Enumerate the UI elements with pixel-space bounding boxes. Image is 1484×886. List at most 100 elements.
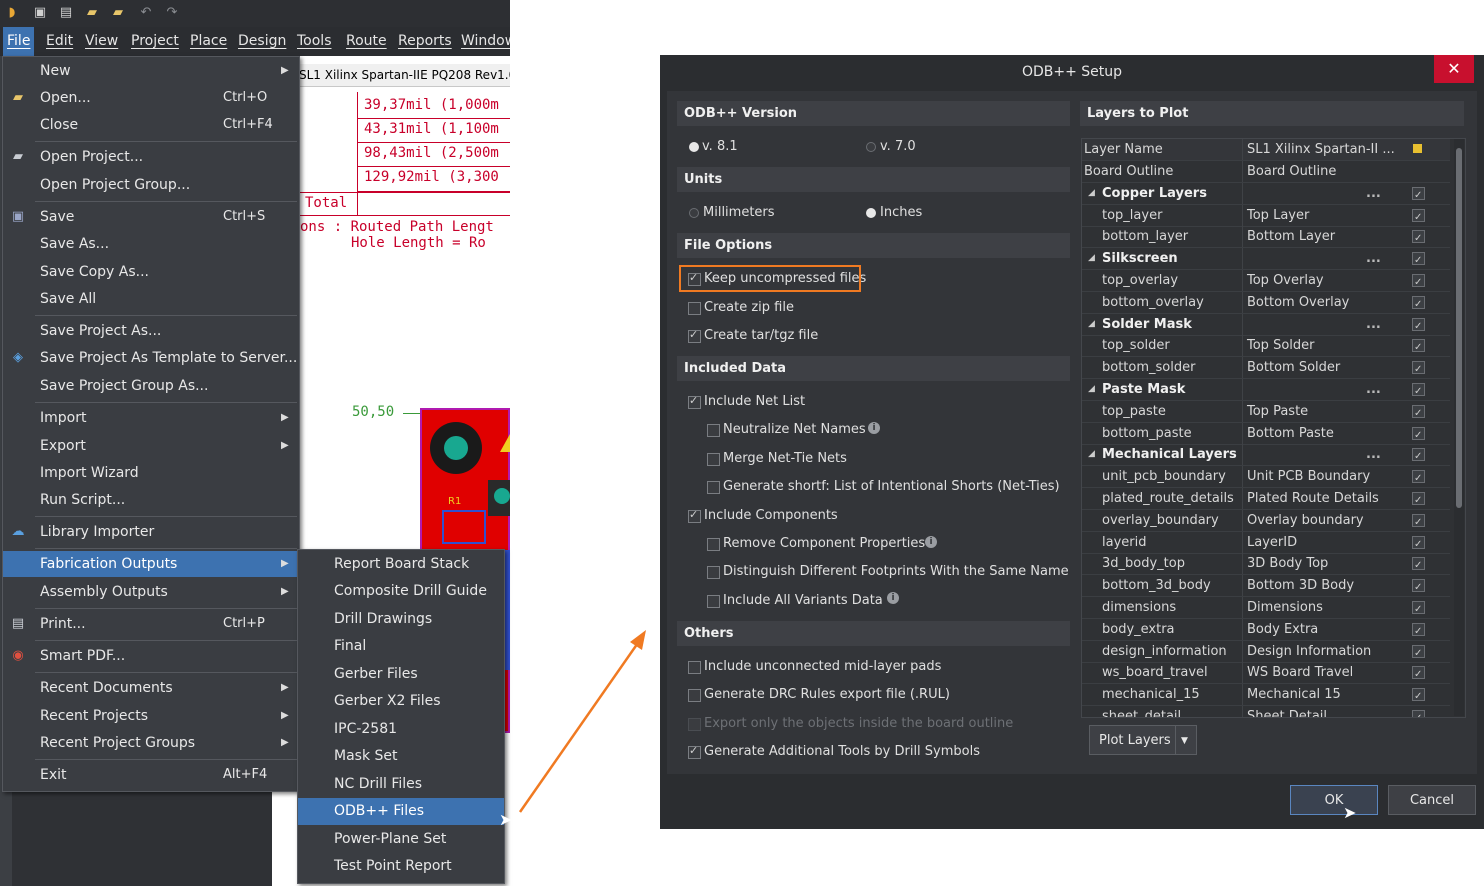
- checkbox-remove-component-properties[interactable]: [707, 538, 720, 551]
- submenu-gerber-files[interactable]: Gerber Files: [298, 661, 504, 688]
- layer-plot-checkbox[interactable]: [1412, 490, 1425, 511]
- layer-plot-checkbox[interactable]: [1412, 185, 1425, 206]
- checkbox-remove-component-properties-label[interactable]: Remove Component Properties: [723, 536, 925, 551]
- checkbox-neutralize-net-names[interactable]: [707, 424, 720, 437]
- info-icon[interactable]: i: [868, 422, 880, 434]
- open-project-icon[interactable]: ▰: [110, 5, 126, 21]
- layer-row[interactable]: bottom_layer Bottom Layer: [1082, 226, 1450, 249]
- checkbox-create-tar-label[interactable]: Create tar/tgz file: [704, 328, 818, 343]
- file-menu-print[interactable]: ▤ Print... Ctrl+P: [3, 611, 299, 637]
- menu-window[interactable]: Window: [457, 27, 510, 56]
- radio-inches[interactable]: [866, 208, 876, 218]
- file-menu-run-script[interactable]: Run Script...: [3, 487, 299, 513]
- file-menu-save-project-group-as[interactable]: Save Project Group As...: [3, 373, 299, 399]
- layer-plot-checkbox[interactable]: [1412, 577, 1425, 598]
- layer-row[interactable]: bottom_overlay Bottom Overlay: [1082, 291, 1450, 315]
- checkbox-additional-tools[interactable]: [688, 744, 701, 759]
- layer-plot-checkbox[interactable]: [1412, 512, 1425, 533]
- radio-inches-label[interactable]: Inches: [880, 205, 922, 220]
- layer-plot-checkbox[interactable]: [1412, 664, 1425, 685]
- layer-plot-checkbox[interactable]: [1412, 599, 1425, 620]
- layer-plot-checkbox[interactable]: [1412, 643, 1425, 664]
- menu-design[interactable]: Design: [234, 27, 290, 56]
- checkbox-include-all-variants[interactable]: [707, 595, 720, 608]
- file-menu-import-wizard[interactable]: Import Wizard: [3, 460, 299, 486]
- column-header-layer-name[interactable]: Layer Name: [1084, 139, 1163, 160]
- submenu-odb-files[interactable]: ODB++ Files: [298, 798, 504, 825]
- file-menu-recent-project-groups[interactable]: Recent Project Groups ▶: [3, 730, 299, 756]
- layer-plot-checkbox[interactable]: [1412, 446, 1425, 467]
- checkbox-merge-net-tie[interactable]: [707, 453, 720, 466]
- checkbox-export-inside-outline[interactable]: [688, 718, 701, 731]
- expand-triangle-icon[interactable]: ◢: [1088, 183, 1095, 204]
- submenu-final[interactable]: Final: [298, 633, 504, 660]
- checkbox-include-all-variants-label[interactable]: Include All Variants Data: [723, 593, 883, 608]
- radio-millimeters-label[interactable]: Millimeters: [703, 205, 775, 220]
- layer-plot-checkbox[interactable]: [1412, 555, 1425, 576]
- layer-plot-checkbox[interactable]: [1412, 686, 1425, 707]
- file-menu-save-copy-as[interactable]: Save Copy As...: [3, 259, 299, 285]
- layers-scrollbar-thumb[interactable]: [1456, 148, 1462, 508]
- layer-row[interactable]: top_paste Top Paste: [1082, 400, 1450, 424]
- layers-table[interactable]: Layer Name SL1 Xilinx Spartan-II ... Boa…: [1081, 138, 1466, 718]
- file-menu-import[interactable]: Import ▶: [3, 405, 299, 431]
- checkbox-export-inside-outline-label[interactable]: Export only the objects inside the board…: [704, 716, 1013, 731]
- file-menu-new[interactable]: New ▶: [3, 58, 299, 84]
- close-button[interactable]: ✕: [1434, 55, 1474, 83]
- group-options-dots[interactable]: ...: [1366, 248, 1381, 269]
- submenu-mask-set[interactable]: Mask Set: [298, 743, 504, 770]
- group-options-dots[interactable]: ...: [1366, 379, 1381, 400]
- document-tab[interactable]: SL1 Xilinx Spartan-IIE PQ208 Rev1.02: [297, 64, 510, 87]
- checkbox-distinguish-footprints[interactable]: [707, 566, 720, 579]
- radio-v81[interactable]: [689, 142, 699, 152]
- layer-row[interactable]: overlay_boundary Overlay boundary: [1082, 509, 1450, 533]
- layer-plot-checkbox[interactable]: [1412, 534, 1425, 555]
- layer-plot-checkbox[interactable]: [1412, 403, 1425, 424]
- layer-plot-checkbox[interactable]: [1412, 337, 1425, 358]
- layer-row[interactable]: bottom_3d_body Bottom 3D Body: [1082, 575, 1450, 598]
- checkbox-generate-drc-rules-label[interactable]: Generate DRC Rules export file (.RUL): [704, 687, 950, 702]
- file-menu-open[interactable]: ▰ Open... Ctrl+O: [3, 85, 299, 111]
- layer-plot-checkbox[interactable]: [1412, 228, 1425, 249]
- layer-group-row[interactable]: ◢ Silkscreen...: [1082, 248, 1450, 271]
- layer-plot-checkbox[interactable]: [1412, 294, 1425, 315]
- checkbox-include-unconnected-pads[interactable]: [688, 661, 701, 674]
- checkbox-create-zip[interactable]: [688, 302, 701, 315]
- layer-row[interactable]: 3d_body_top 3D Body Top: [1082, 553, 1450, 576]
- radio-v70-label[interactable]: v. 7.0: [880, 139, 916, 154]
- layer-plot-checkbox[interactable]: [1412, 272, 1425, 293]
- submenu-drill-drawings[interactable]: Drill Drawings: [298, 606, 504, 633]
- checkbox-generate-drc-rules[interactable]: [688, 689, 701, 702]
- layer-row[interactable]: dimensions Dimensions: [1082, 597, 1450, 620]
- layer-row[interactable]: sheet_detail Sheet Detail: [1082, 706, 1450, 717]
- file-menu-save-all[interactable]: Save All: [3, 286, 299, 312]
- menu-view[interactable]: View: [81, 27, 122, 56]
- undo-icon[interactable]: ↶: [138, 5, 154, 21]
- menu-file[interactable]: File: [3, 27, 35, 56]
- menu-edit[interactable]: Edit: [42, 27, 77, 56]
- layer-row[interactable]: Board Outline Board Outline: [1082, 161, 1450, 183]
- layer-group-row[interactable]: ◢ Solder Mask...: [1082, 313, 1450, 337]
- submenu-test-point-report[interactable]: Test Point Report: [298, 853, 504, 880]
- layer-row[interactable]: top_solder Top Solder: [1082, 335, 1450, 358]
- submenu-power-plane-set[interactable]: Power-Plane Set: [298, 826, 504, 853]
- checkbox-create-zip-label[interactable]: Create zip file: [704, 300, 794, 315]
- checkbox-include-unconnected-pads-label[interactable]: Include unconnected mid-layer pads: [704, 659, 941, 674]
- file-menu-library-importer[interactable]: ☁ Library Importer: [3, 519, 299, 545]
- file-menu-open-project-group[interactable]: Open Project Group...: [3, 172, 299, 198]
- submenu-ipc-2581[interactable]: IPC-2581: [298, 716, 504, 743]
- checkbox-generate-shortf[interactable]: [707, 481, 720, 494]
- layer-plot-checkbox[interactable]: [1412, 250, 1425, 271]
- checkbox-include-components-label[interactable]: Include Components: [704, 508, 838, 523]
- menu-project[interactable]: Project: [127, 27, 183, 56]
- layer-plot-checkbox[interactable]: [1412, 708, 1425, 717]
- group-options-dots[interactable]: ...: [1366, 183, 1381, 204]
- ok-button[interactable]: OK: [1290, 785, 1378, 815]
- file-menu-save[interactable]: ▣ Save Ctrl+S: [3, 204, 299, 230]
- column-header-board[interactable]: SL1 Xilinx Spartan-II ...: [1247, 139, 1395, 160]
- file-menu-assembly-outputs[interactable]: Assembly Outputs ▶: [3, 579, 299, 605]
- file-menu-close[interactable]: Close Ctrl+F4: [3, 112, 299, 138]
- layer-row[interactable]: top_overlay Top Overlay: [1082, 270, 1450, 293]
- expand-triangle-icon[interactable]: ◢: [1088, 248, 1095, 269]
- layer-plot-checkbox[interactable]: [1412, 621, 1425, 642]
